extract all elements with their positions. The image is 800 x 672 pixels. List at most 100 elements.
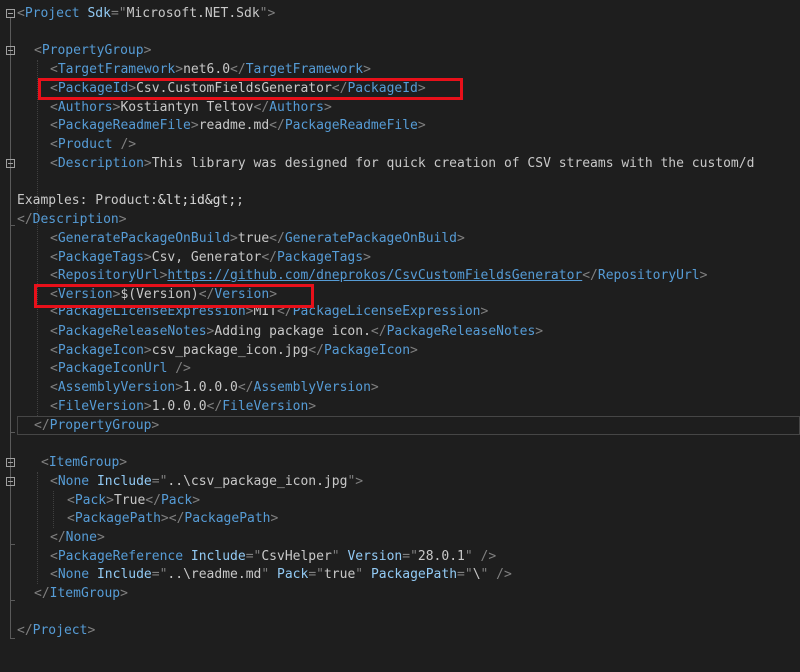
- code-line[interactable]: <GeneratePackageOnBuild>true</GeneratePa…: [17, 229, 800, 248]
- tag-name: None: [57, 474, 90, 489]
- tag-name: FileVersion: [57, 399, 144, 414]
- attribute-value: Microsoft.NET.Sdk: [126, 6, 260, 21]
- code-line[interactable]: <PackageIconUrl />: [17, 359, 800, 378]
- delimiter: <: [50, 567, 58, 582]
- collapse-icon[interactable]: [6, 159, 15, 168]
- code-line[interactable]: <PackageReadmeFile>readme.md</PackageRea…: [17, 116, 800, 135]
- tag-name: TargetFramework: [245, 62, 364, 77]
- delimiter: >: [190, 118, 199, 133]
- delimiter: >: [143, 343, 152, 358]
- packageid-highlight-box: [38, 78, 463, 100]
- delimiter: >: [323, 100, 332, 115]
- collapse-icon[interactable]: [6, 458, 15, 467]
- tag-name: PackageLicenseExpression: [292, 304, 481, 319]
- code-line[interactable]: <PropertyGroup>: [17, 41, 800, 60]
- code-line[interactable]: Examples: Product:&lt;id&gt;;: [17, 191, 800, 210]
- delimiter: ": [355, 567, 371, 582]
- repository-url-link[interactable]: https://github.com/dneprokos/CsvCustomFi…: [167, 268, 582, 283]
- tag-name: ItemGroup: [48, 455, 120, 470]
- attribute-name: Include: [96, 474, 152, 489]
- delimiter: </: [253, 100, 270, 115]
- delimiter: </: [206, 399, 223, 414]
- tag-name: PackageReadmeFile: [57, 118, 191, 133]
- element-text: Csv, Generator: [151, 250, 262, 265]
- delimiter: <: [34, 43, 42, 58]
- code-line[interactable]: <Product />: [17, 135, 800, 154]
- delimiter: <: [50, 118, 58, 133]
- tag-name: Pack: [160, 493, 193, 508]
- delimiter: >: [270, 511, 279, 526]
- tag-name: None: [57, 567, 90, 582]
- delimiter: >: [119, 455, 128, 470]
- code-line[interactable]: <Authors>Kostiantyn Teltov</Authors>: [17, 98, 800, 117]
- code-line[interactable]: <PackageIcon>csv_package_icon.jpg</Packa…: [17, 341, 800, 360]
- tag-name: RepositoryUrl: [597, 268, 700, 283]
- attribute-value: \: [472, 567, 481, 582]
- collapse-icon[interactable]: [6, 477, 15, 486]
- code-line[interactable]: <PackageTags>Csv, Generator</PackageTags…: [17, 248, 800, 267]
- code-line[interactable]: <TargetFramework>net6.0</TargetFramework…: [17, 60, 800, 79]
- attribute-name: Sdk: [87, 6, 111, 21]
- delimiter: </: [34, 586, 50, 601]
- code-line[interactable]: <Description>This library was designed f…: [17, 154, 800, 173]
- delimiter: >: [192, 493, 201, 508]
- delimiter: <: [50, 268, 58, 283]
- tag-name: AssemblyVersion: [57, 380, 176, 395]
- code-line[interactable]: <PackageReference Include="CsvHelper" Ve…: [17, 547, 800, 566]
- tag-name: PackageReference: [57, 549, 184, 564]
- fold-end: [10, 544, 15, 545]
- delimiter: </: [230, 62, 246, 77]
- delimiter: >: [480, 304, 489, 319]
- delimiter: =": [151, 474, 168, 489]
- code-line[interactable]: <ItemGroup>: [17, 453, 800, 472]
- delimiter: >: [143, 250, 152, 265]
- code-line[interactable]: <Project Sdk="Microsoft.NET.Sdk">: [17, 4, 800, 23]
- tag-name: PackageTags: [276, 250, 364, 265]
- code-line[interactable]: </Project>: [17, 621, 800, 640]
- xml-editor[interactable]: <Project Sdk="Microsoft.NET.Sdk"> <Prope…: [0, 0, 800, 672]
- attribute-name: Version: [347, 549, 403, 564]
- code-line[interactable]: </None>: [17, 528, 800, 547]
- element-text: csv_package_icon.jpg: [151, 343, 309, 358]
- collapse-icon[interactable]: [6, 9, 15, 18]
- entity-text: &lt;id&gt;: [157, 193, 237, 208]
- tag-name: PropertyGroup: [41, 43, 144, 58]
- collapse-icon[interactable]: [6, 46, 15, 55]
- delimiter: </: [261, 250, 277, 265]
- fold-end: [10, 225, 15, 226]
- tag-name: GeneratePackageOnBuild: [284, 231, 457, 246]
- tag-name: PackageIconUrl: [57, 361, 168, 376]
- code-line[interactable]: <AssemblyVersion>1.0.0.0</AssemblyVersio…: [17, 378, 800, 397]
- delimiter: >: [143, 156, 152, 171]
- code-line[interactable]: </PropertyGroup>: [17, 416, 800, 435]
- code-line[interactable]: <Pack>True</Pack>: [17, 491, 800, 510]
- tag-name: Description: [32, 212, 119, 227]
- element-text: This library was designed for quick crea…: [151, 156, 755, 171]
- code-line[interactable]: <None Include="..\csv_package_icon.jpg">: [17, 472, 800, 491]
- code-line[interactable]: <FileVersion>1.0.0.0</FileVersion>: [17, 397, 800, 416]
- code-line[interactable]: <PackagePath></PackagePath>: [17, 509, 800, 528]
- element-text: Adding package icon.: [214, 324, 371, 339]
- delimiter: </: [145, 493, 161, 508]
- delimiter: >: [106, 493, 114, 508]
- tag-name: ItemGroup: [49, 586, 121, 601]
- element-text: True: [113, 493, 146, 508]
- tag-name: PackageIcon: [57, 343, 144, 358]
- delimiter: <: [50, 474, 58, 489]
- delimiter: >: [96, 530, 105, 545]
- code-line[interactable]: </Description>: [17, 210, 800, 229]
- delimiter: </: [308, 343, 324, 358]
- fold-end: [10, 600, 15, 601]
- code-line[interactable]: <RepositoryUrl>https://github.com/dnepro…: [17, 266, 800, 285]
- tag-name: Pack: [74, 493, 107, 508]
- editor-gutter: [0, 0, 17, 672]
- code-line[interactable]: </ItemGroup>: [17, 584, 800, 603]
- code-line[interactable]: <None Include="..\readme.md" Pack="true"…: [17, 565, 800, 584]
- version-highlight-box: [34, 284, 314, 308]
- tag-name: Authors: [269, 100, 324, 115]
- code-line[interactable]: <PackageReleaseNotes>Adding package icon…: [17, 322, 800, 341]
- delimiter: <: [50, 324, 58, 339]
- delimiter: >: [143, 399, 152, 414]
